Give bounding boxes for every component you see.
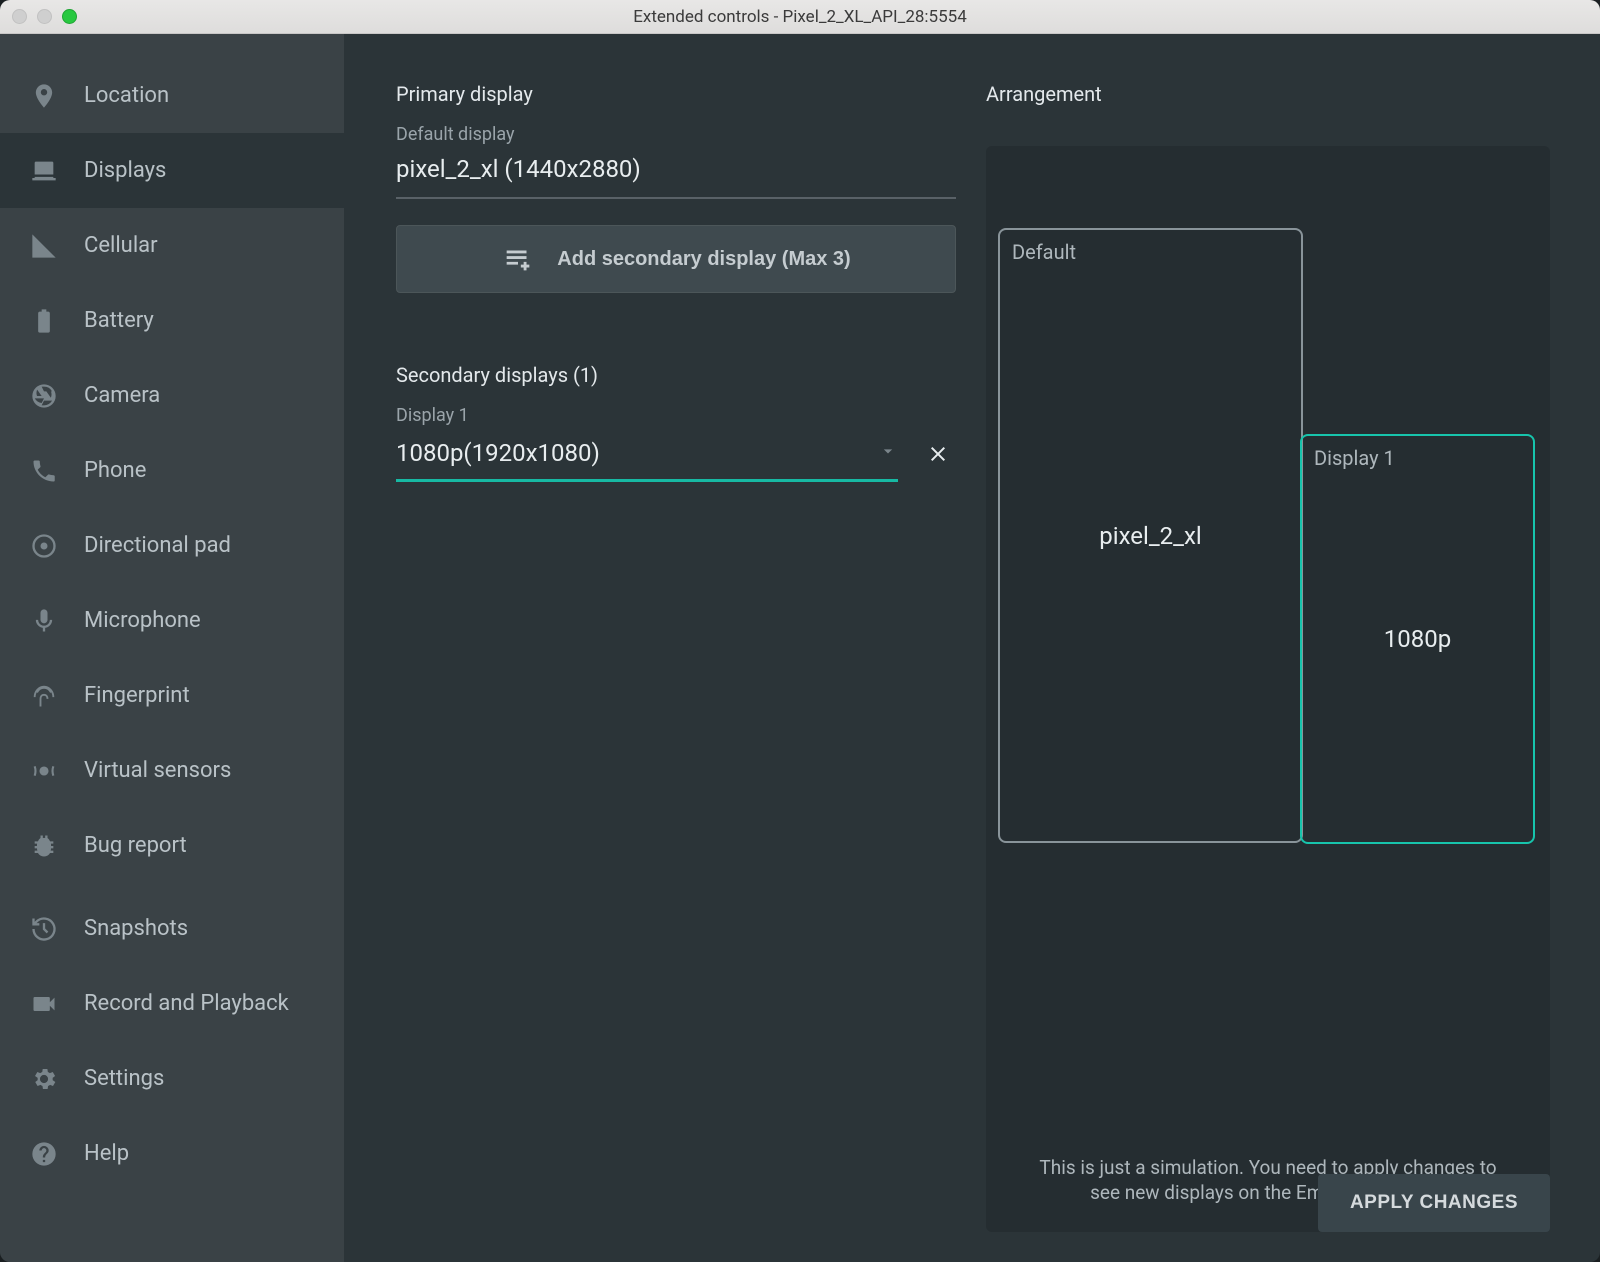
sidebar-item-directional-pad[interactable]: Directional pad — [0, 508, 344, 583]
aperture-icon — [30, 382, 58, 410]
mic-icon — [30, 607, 58, 635]
sidebar-item-snapshots[interactable]: Snapshots — [0, 891, 344, 966]
history-icon — [30, 915, 58, 943]
sidebar-item-label: Phone — [84, 458, 146, 483]
gear-icon — [30, 1065, 58, 1093]
sidebar-item-label: Displays — [84, 158, 166, 183]
primary-display-heading: Primary display — [396, 82, 956, 106]
map-pin-icon — [30, 82, 58, 110]
arrangement-secondary-corner-label: Display 1 — [1314, 446, 1395, 470]
add-secondary-display-label: Add secondary display (Max 3) — [557, 248, 850, 271]
sidebar-item-virtual-sensors[interactable]: Virtual sensors — [0, 733, 344, 808]
default-display-label: Default display — [396, 124, 956, 145]
sidebar-item-label: Settings — [84, 1066, 164, 1091]
window-titlebar[interactable]: Extended controls - Pixel_2_XL_API_28:55… — [0, 0, 1600, 34]
sidebar-item-help[interactable]: Help — [0, 1116, 344, 1191]
arrangement-primary-center-label: pixel_2_xl — [1099, 522, 1201, 550]
video-icon — [30, 990, 58, 1018]
sidebar-item-phone[interactable]: Phone — [0, 433, 344, 508]
display-1-label: Display 1 — [396, 405, 956, 426]
sidebar-item-label: Help — [84, 1141, 129, 1166]
sidebar-item-record-playback[interactable]: Record and Playback — [0, 966, 344, 1041]
main-panel: Primary display Default display pixel_2_… — [344, 34, 1600, 1262]
queue-add-icon — [501, 242, 535, 276]
sidebar: Location Displays Cellular Battery Camer — [0, 34, 344, 1262]
arrangement-primary-box[interactable]: Default pixel_2_xl — [998, 228, 1303, 843]
dpad-icon — [30, 532, 58, 560]
sidebar-item-microphone[interactable]: Microphone — [0, 583, 344, 658]
close-icon — [926, 442, 950, 466]
apply-changes-button[interactable]: APPLY CHANGES — [1318, 1174, 1550, 1232]
primary-display-value: pixel_2_xl (1440x2880) — [396, 155, 956, 199]
secondary-displays-heading: Secondary displays (1) — [396, 363, 956, 387]
sidebar-item-label: Location — [84, 83, 169, 108]
arrangement-heading: Arrangement — [986, 82, 1550, 106]
phone-icon — [30, 457, 58, 485]
sidebar-item-label: Record and Playback — [84, 991, 289, 1016]
sidebar-item-location[interactable]: Location — [0, 58, 344, 133]
arrangement-primary-corner-label: Default — [1012, 240, 1076, 264]
fingerprint-icon — [30, 682, 58, 710]
display-1-resolution-value: 1080p(1920x1080) — [396, 439, 600, 467]
minimize-window-dot[interactable] — [37, 9, 52, 24]
sidebar-item-battery[interactable]: Battery — [0, 283, 344, 358]
sidebar-item-label: Cellular — [84, 233, 158, 258]
sensor-icon — [30, 757, 58, 785]
arrangement-panel: Default pixel_2_xl Display 1 1080p This … — [986, 146, 1550, 1232]
chevron-down-icon — [878, 439, 898, 467]
apply-changes-label: APPLY CHANGES — [1350, 1192, 1518, 1213]
sidebar-item-label: Virtual sensors — [84, 758, 231, 783]
bug-icon — [30, 832, 58, 860]
sidebar-item-label: Microphone — [84, 608, 201, 633]
sidebar-item-label: Battery — [84, 308, 154, 333]
close-window-dot[interactable] — [12, 9, 27, 24]
sidebar-item-settings[interactable]: Settings — [0, 1041, 344, 1116]
sidebar-item-label: Camera — [84, 383, 160, 408]
laptop-icon — [30, 157, 58, 185]
window-title: Extended controls - Pixel_2_XL_API_28:55… — [0, 7, 1600, 27]
sidebar-item-displays[interactable]: Displays — [0, 133, 344, 208]
display-1-resolution-select[interactable]: 1080p(1920x1080) — [396, 439, 898, 482]
traffic-lights — [12, 9, 77, 24]
signal-icon — [30, 232, 58, 260]
arrangement-canvas: Default pixel_2_xl Display 1 1080p — [998, 206, 1538, 846]
sidebar-item-fingerprint[interactable]: Fingerprint — [0, 658, 344, 733]
sidebar-item-label: Directional pad — [84, 533, 231, 558]
add-secondary-display-button[interactable]: Add secondary display (Max 3) — [396, 225, 956, 293]
arrangement-secondary-box[interactable]: Display 1 1080p — [1300, 434, 1535, 844]
arrangement-secondary-center-label: 1080p — [1384, 625, 1451, 653]
battery-icon — [30, 307, 58, 335]
zoom-window-dot[interactable] — [62, 9, 77, 24]
remove-display-button[interactable] — [920, 436, 956, 472]
sidebar-item-label: Fingerprint — [84, 683, 190, 708]
help-icon — [30, 1140, 58, 1168]
sidebar-item-cellular[interactable]: Cellular — [0, 208, 344, 283]
sidebar-item-label: Bug report — [84, 833, 187, 858]
sidebar-item-bug-report[interactable]: Bug report — [0, 808, 344, 883]
sidebar-item-camera[interactable]: Camera — [0, 358, 344, 433]
sidebar-item-label: Snapshots — [84, 916, 188, 941]
